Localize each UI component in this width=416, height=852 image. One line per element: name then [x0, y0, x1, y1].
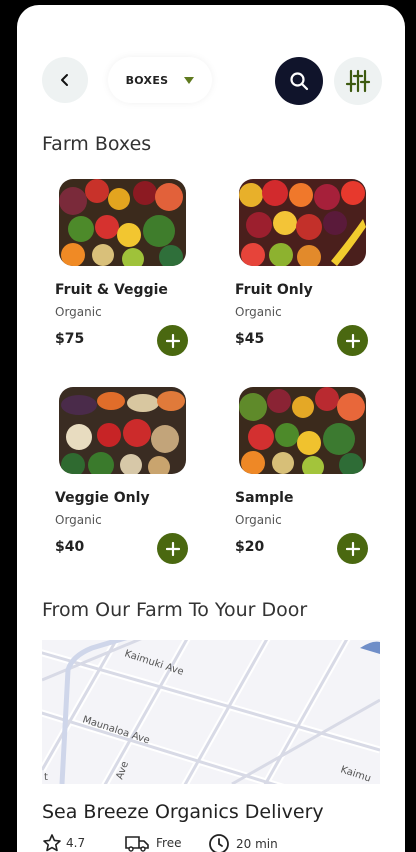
- search-button[interactable]: [275, 57, 323, 105]
- sliders-icon: [345, 69, 371, 93]
- product-price: $40: [55, 539, 85, 555]
- product-card[interactable]: Sample Organic $20: [235, 387, 374, 567]
- product-price: $20: [235, 539, 265, 555]
- product-subtitle: Organic: [235, 305, 282, 319]
- shipping-value: Free: [156, 836, 182, 850]
- plus-icon: [345, 333, 360, 348]
- street-label: Kaimu: [339, 764, 372, 784]
- product-subtitle: Organic: [55, 513, 102, 527]
- section-title-delivery: From Our Farm To Your Door: [42, 599, 308, 621]
- star-icon: [43, 834, 61, 852]
- search-icon: [290, 72, 309, 91]
- product-subtitle: Organic: [55, 305, 102, 319]
- category-label: BOXES: [125, 73, 169, 87]
- truck-icon: [125, 836, 149, 852]
- product-card[interactable]: Veggie Only Organic $40: [55, 387, 194, 567]
- plus-icon: [345, 541, 360, 556]
- product-price: $75: [55, 331, 85, 347]
- street-label: t: [44, 772, 48, 783]
- plus-icon: [165, 333, 180, 348]
- add-to-cart-button[interactable]: [157, 325, 188, 356]
- product-card[interactable]: Fruit Only Organic $45: [235, 179, 374, 359]
- delivery-meta: 4.7 Free 20 min: [42, 833, 385, 852]
- product-name: Fruit & Veggie: [55, 282, 168, 298]
- product-subtitle: Organic: [235, 513, 282, 527]
- product-name: Fruit Only: [235, 282, 313, 298]
- product-name: Sample: [235, 490, 294, 506]
- product-image: [239, 179, 366, 266]
- delivery-map[interactable]: Kaimuki Ave Maunaloa Ave Ave Kaimu t: [42, 640, 380, 784]
- category-dropdown[interactable]: BOXES: [108, 57, 212, 103]
- caret-down-icon: [184, 76, 195, 84]
- shipping: Free: [124, 833, 181, 852]
- add-to-cart-button[interactable]: [337, 325, 368, 356]
- add-to-cart-button[interactable]: [337, 533, 368, 564]
- section-title-farm-boxes: Farm Boxes: [42, 133, 152, 155]
- rating: 4.7: [42, 833, 85, 852]
- plus-icon: [165, 541, 180, 556]
- product-image: [59, 387, 186, 474]
- rating-value: 4.7: [66, 836, 86, 850]
- top-bar: BOXES: [42, 57, 382, 105]
- product-price: $45: [235, 331, 265, 347]
- delivery-title: Sea Breeze Organics Delivery: [42, 801, 324, 823]
- app-screen: BOXES Farm Boxes Fruit & Veggie Organic …: [17, 5, 405, 852]
- product-image: [59, 179, 186, 266]
- time-value: 20 min: [236, 837, 278, 851]
- filter-button[interactable]: [334, 57, 382, 105]
- delivery-time: 20 min: [208, 833, 278, 852]
- back-button[interactable]: [42, 57, 88, 103]
- product-image: [239, 387, 366, 474]
- clock-icon: [209, 834, 229, 852]
- add-to-cart-button[interactable]: [157, 533, 188, 564]
- product-name: Veggie Only: [55, 490, 150, 506]
- product-card[interactable]: Fruit & Veggie Organic $75: [55, 179, 194, 359]
- chevron-left-icon: [61, 74, 68, 86]
